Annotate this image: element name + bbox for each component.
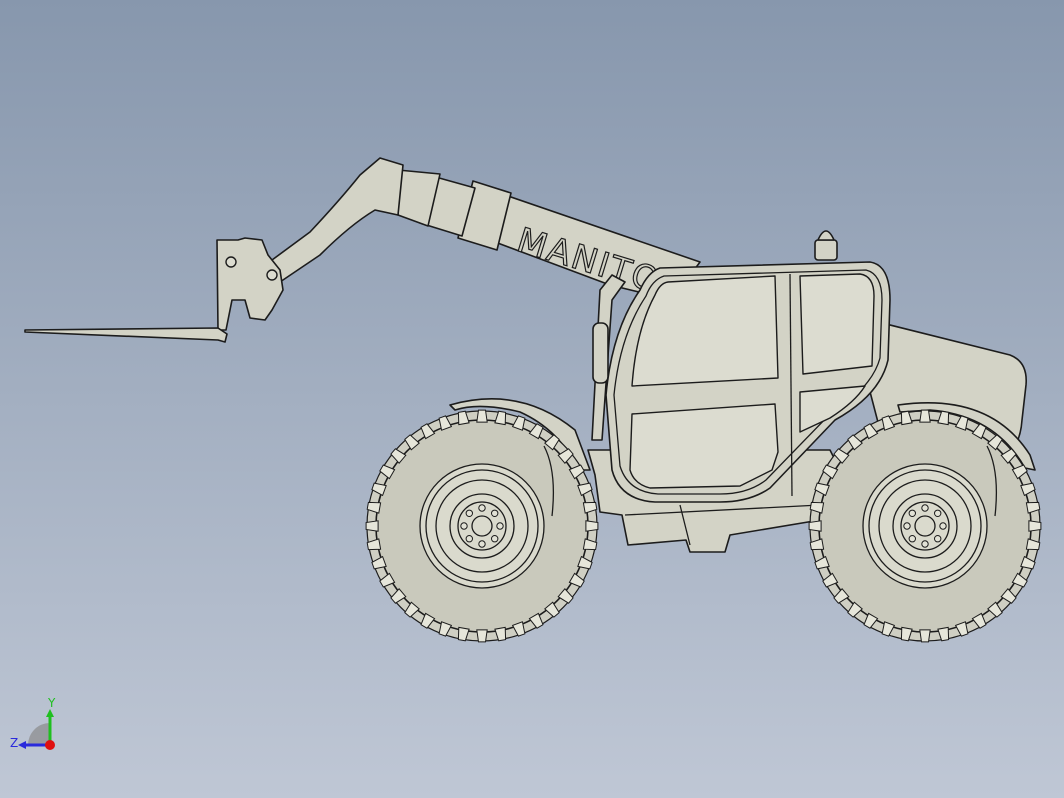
cad-viewport[interactable]: MANITOU Y Z — [0, 0, 1064, 798]
lug-nut — [908, 509, 917, 518]
lug-nut — [478, 504, 486, 512]
lug-nut — [934, 509, 942, 518]
tread-block — [808, 520, 822, 532]
fork-tine — [24, 327, 228, 343]
cab-window-lower-front — [629, 403, 779, 489]
tread-block — [365, 520, 379, 532]
z-axis-label: Z — [10, 736, 18, 750]
lug-nut — [465, 535, 474, 543]
front-wheel[interactable] — [365, 409, 599, 643]
tread-block — [919, 629, 931, 643]
y-axis-arrowhead-icon — [46, 709, 54, 717]
lug-nut — [478, 540, 486, 548]
lug-nut — [491, 509, 499, 518]
tread-block — [1028, 520, 1042, 532]
beacon-light — [814, 230, 838, 261]
axis-triad[interactable]: Y Z — [10, 696, 56, 750]
lug-nut — [496, 522, 504, 530]
lug-nut — [491, 535, 499, 543]
fork-carriage[interactable] — [24, 237, 284, 343]
lug-nut — [934, 535, 942, 543]
lug-nut — [460, 522, 468, 530]
cab-window-lower-rear — [799, 385, 866, 433]
lug-nut — [908, 535, 917, 543]
tread-block — [476, 409, 488, 423]
lug-nut — [465, 509, 474, 518]
tread-block — [919, 409, 931, 423]
lug-nut — [903, 522, 911, 530]
tread-block — [476, 629, 488, 643]
y-axis-label: Y — [47, 696, 56, 710]
tread-block — [585, 520, 599, 532]
side-mirror — [592, 322, 609, 384]
lug-nut — [921, 504, 929, 512]
lug-nut — [921, 540, 929, 548]
rear-wheel[interactable] — [808, 409, 1042, 643]
cab-window-upper-rear — [799, 273, 875, 375]
x-axis-dot-icon — [45, 740, 55, 750]
telescopic-boom[interactable]: MANITOU — [254, 157, 701, 310]
z-axis-arrowhead-icon — [18, 741, 26, 749]
lug-nut — [939, 522, 947, 530]
